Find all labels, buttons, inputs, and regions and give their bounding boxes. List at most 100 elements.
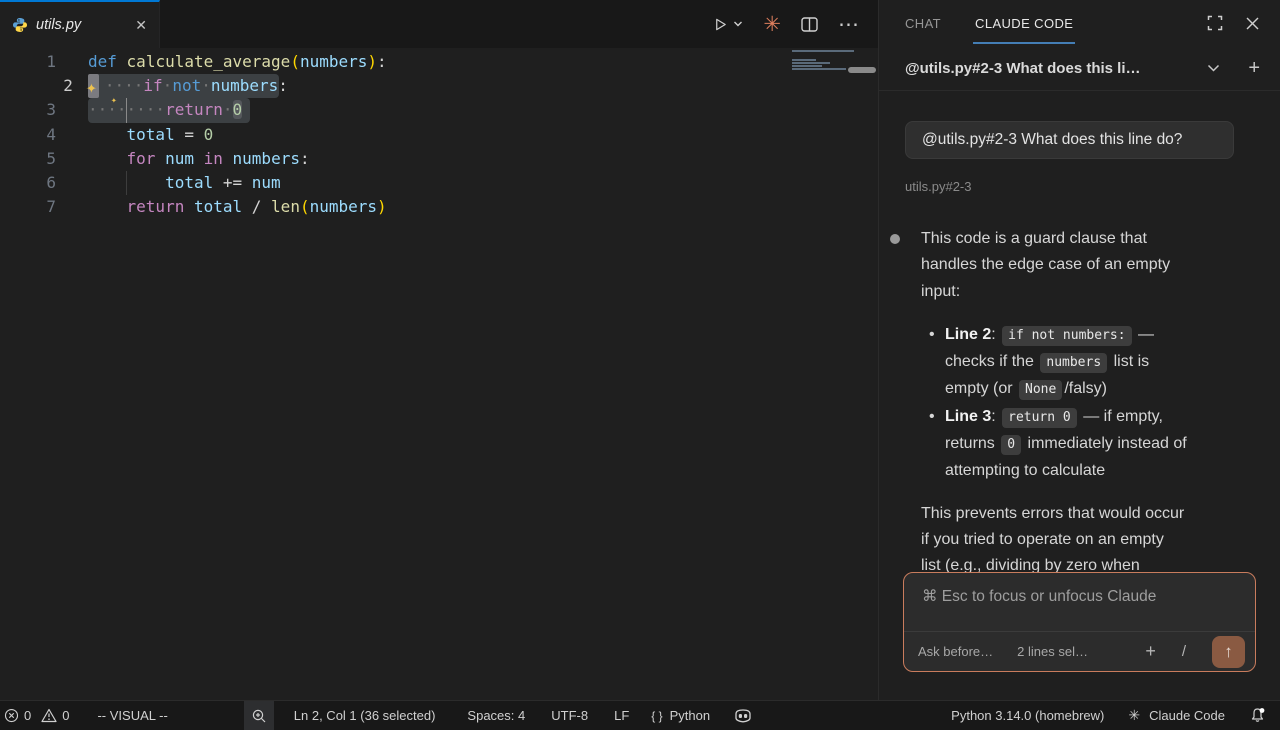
code-token: not: [172, 76, 201, 95]
python-interpreter[interactable]: Python 3.14.0 (homebrew): [951, 708, 1104, 723]
code-token: ·: [201, 76, 211, 95]
response-text: list is: [1109, 353, 1149, 370]
code-line[interactable]: 1def calculate_average(numbers):: [0, 50, 387, 74]
minimap[interactable]: [790, 50, 856, 71]
line-number: 2: [17, 74, 73, 98]
conversation-selector[interactable]: @utils.py#2-3 What does this li… +: [879, 46, 1280, 91]
minimap-row: [790, 65, 856, 67]
inline-code: None: [1019, 380, 1062, 400]
code-token: numbers: [300, 52, 367, 71]
claude-code-label: Claude Code: [1149, 708, 1225, 723]
tab-utils-py[interactable]: utils.py ✕: [0, 0, 160, 48]
notifications-button[interactable]: [1249, 707, 1266, 724]
error-icon: [4, 708, 19, 723]
eol-indicator[interactable]: LF: [614, 708, 629, 723]
code-lines: 1def calculate_average(numbers):✦✦2····i…: [0, 50, 387, 219]
code-token: total: [194, 197, 242, 216]
code-line[interactable]: ✦✦2····if·not·numbers:: [0, 74, 387, 98]
input-placeholder[interactable]: ⌘ Esc to focus or unfocus Claude: [904, 573, 1255, 606]
code-token: (: [300, 197, 310, 216]
code-token: [155, 149, 165, 168]
chat-scroll-area[interactable]: @utils.py#2-3 What does this line do? ut…: [879, 121, 1280, 597]
code-line[interactable]: 5 for num in numbers:: [0, 147, 387, 171]
code-token: for: [127, 149, 156, 168]
zoom-status-button[interactable]: [244, 701, 274, 730]
tab-chat[interactable]: CHAT: [905, 0, 941, 46]
language-indicator[interactable]: { } Python: [651, 708, 710, 723]
attach-button[interactable]: +: [1145, 641, 1156, 662]
arrow-up-icon: ↑: [1224, 642, 1233, 662]
code-token: 0: [233, 100, 243, 119]
response-paragraph: This code is a guard clause that handles …: [921, 226, 1262, 305]
main-area: utils.py ✕ ✳ ⋯ 1def calculate_average: [0, 0, 1280, 700]
editor-toolbar: ✳ ⋯: [713, 0, 860, 48]
response-text: if you tried to operate on an empty: [921, 531, 1164, 548]
code-token: def: [88, 52, 117, 71]
zoom-in-icon: [251, 708, 267, 724]
more-actions-button[interactable]: ⋯: [838, 14, 860, 35]
response-text: This prevents errors that would occur: [921, 505, 1184, 522]
bullet-text: Line 2: if not numbers: —checks if the n…: [945, 326, 1154, 398]
sparkle-icon[interactable]: ✦: [86, 77, 97, 98]
claude-run-button[interactable]: ✳: [763, 14, 781, 35]
line-number: 5: [0, 147, 56, 171]
fullscreen-icon: [1207, 15, 1223, 31]
copilot-status-button[interactable]: [734, 708, 752, 723]
expand-panel-button[interactable]: [1207, 15, 1223, 31]
chevron-down-icon[interactable]: [1207, 64, 1220, 73]
code-token: total: [165, 173, 213, 192]
braces-icon: { }: [651, 709, 662, 723]
close-panel-button[interactable]: [1245, 16, 1260, 31]
code-line[interactable]: 7 return total / len(numbers): [0, 195, 387, 219]
code-token: :: [278, 76, 288, 95]
error-count: 0: [24, 708, 31, 723]
indentation-indicator[interactable]: Spaces: 4: [467, 708, 525, 723]
code-line[interactable]: 6 total += num: [0, 171, 387, 195]
tab-claude-code[interactable]: CLAUDE CODE: [975, 0, 1073, 46]
bullet-marker: •: [929, 322, 935, 348]
assistant-message: This code is a guard clause that handles …: [879, 226, 1280, 597]
code-token: [88, 173, 165, 192]
run-button[interactable]: [713, 17, 743, 32]
code-token: numbers: [233, 149, 300, 168]
editor-tab-bar: utils.py ✕ ✳ ⋯: [0, 0, 878, 48]
split-editor-button[interactable]: [801, 17, 818, 32]
code-line[interactable]: 4 total = 0: [0, 123, 387, 147]
line-number: 6: [0, 171, 56, 195]
response-text: —: [1134, 326, 1154, 343]
code-token: [88, 149, 127, 168]
editor-group: utils.py ✕ ✳ ⋯ 1def calculate_average: [0, 0, 878, 700]
send-button[interactable]: ↑: [1212, 636, 1245, 668]
code-token: if: [143, 76, 162, 95]
claude-input-box[interactable]: ⌘ Esc to focus or unfocus Claude Ask bef…: [903, 572, 1256, 672]
code-token: [223, 149, 233, 168]
panel-header: CHAT CLAUDE CODE: [879, 0, 1280, 46]
status-bar: 0 0 -- VISUAL -- Ln 2, Col 1 (36 selecte…: [0, 700, 1280, 730]
code-token: total: [127, 125, 175, 144]
close-icon: [1245, 16, 1260, 31]
response-text: handles the edge case of an empty: [921, 256, 1170, 273]
bullet-marker: •: [929, 404, 935, 430]
problems-indicator[interactable]: 0 0: [4, 708, 69, 723]
vim-mode-indicator[interactable]: -- VISUAL --: [97, 708, 167, 723]
tab-close-icon[interactable]: ✕: [135, 18, 147, 32]
code-token: 0: [204, 125, 214, 144]
new-conversation-button[interactable]: +: [1248, 58, 1260, 78]
code-token: return: [165, 100, 223, 119]
code-editor[interactable]: 1def calculate_average(numbers):✦✦2····i…: [0, 48, 878, 700]
slash-command-button[interactable]: /: [1182, 643, 1186, 660]
code-token: in: [204, 149, 223, 168]
input-controls: Ask before… 2 lines sel… + / ↑: [904, 631, 1255, 671]
panel-resize-handle[interactable]: [848, 67, 876, 73]
response-text: This code is a guard clause that: [921, 230, 1147, 247]
context-reference[interactable]: utils.py#2-3: [905, 179, 1280, 194]
code-token: (: [290, 52, 300, 71]
cursor-position[interactable]: Ln 2, Col 1 (36 selected): [294, 708, 436, 723]
code-line[interactable]: 3········return·0: [0, 98, 387, 122]
code-token: :: [377, 52, 387, 71]
permission-mode-dropdown[interactable]: Ask before…: [918, 644, 993, 659]
selection-context-chip[interactable]: 2 lines sel…: [1017, 644, 1088, 659]
encoding-indicator[interactable]: UTF-8: [551, 708, 588, 723]
minimap-row: [790, 59, 856, 61]
claude-code-status[interactable]: ✳ Claude Code: [1128, 707, 1225, 724]
